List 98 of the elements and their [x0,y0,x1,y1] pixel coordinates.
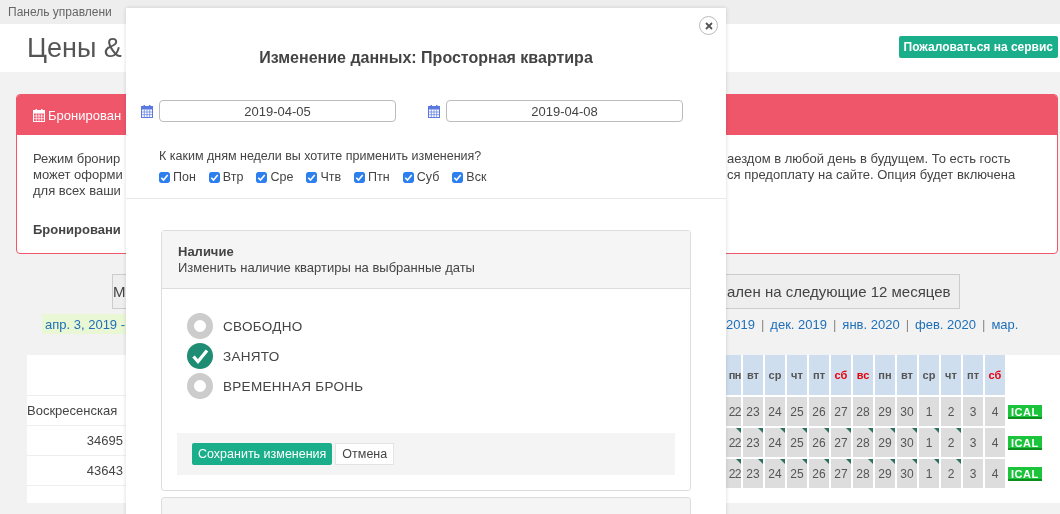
calendar-icon [428,104,440,118]
date-cell[interactable]: 2 [941,428,961,457]
weekday-checkbox[interactable]: Птн [354,170,390,184]
month-link[interactable]: янв. 2020 [842,316,900,332]
question-text: К каким дням недели вы хотите применить изменения? [159,149,482,163]
date-cell[interactable]: 1 [919,459,939,488]
date-cell[interactable]: 23 [743,397,763,426]
day-header: сб [985,355,1005,395]
date-cell[interactable]: 1 [919,397,939,426]
availability-option[interactable]: СВОБОДНО [187,313,690,339]
day-header: чт [941,355,961,395]
panel-text: может оформи [33,167,124,183]
day-header: ср [919,355,939,395]
month-link[interactable]: дек. 2019 [770,316,827,332]
panel-text: аездом в любой день в будущем. То есть гость [727,151,1012,167]
weekday-checkbox[interactable]: Сре [256,170,294,184]
panel-text: ся предоплату на сайте. Опция будет включена [727,167,1017,183]
day-header: пн [726,355,741,395]
month-link[interactable]: 2019 [726,316,755,332]
table-cell: 43643 [86,463,123,478]
panel-text: для всех ваши [33,183,122,199]
date-cell[interactable]: 26 [809,428,829,457]
calendar-icon [141,104,153,118]
day-header: пт [963,355,983,395]
close-button[interactable] [699,16,718,35]
date-cell[interactable]: 30 [897,459,917,488]
date-cell[interactable]: 23 [743,428,763,457]
weekday-checkbox[interactable]: Чтв [306,170,342,184]
date-cell[interactable]: 26 [809,397,829,426]
panel-text: Бронировани [33,222,122,238]
separator: | [832,316,837,332]
date-cell[interactable]: 27 [831,428,851,457]
date-cell[interactable]: 29 [875,459,895,488]
section-title: Наличие [178,244,235,259]
day-header: пт [809,355,829,395]
date-cell[interactable]: 2 [941,459,961,488]
table-cell: Воскресенская [27,403,118,418]
date-cell[interactable]: 1 [919,428,939,457]
current-range: апр. 3, 2019 - [42,314,126,334]
cancel-button[interactable]: Отмена [335,443,395,465]
date-cell[interactable]: 25 [787,428,807,457]
weekday-checkbox[interactable]: Суб [402,170,440,184]
date-cell[interactable]: 23 [743,459,763,488]
day-header: вт [743,355,763,395]
separator: | [982,316,986,332]
range-button[interactable]: М [112,274,126,309]
date-cell[interactable]: 28 [853,459,873,488]
date-cell[interactable]: 28 [853,428,873,457]
date-cell[interactable]: 24 [765,397,785,426]
breadcrumb[interactable]: Панель управлени [8,5,112,19]
date-cell[interactable]: 22 [726,459,741,488]
day-header: вс [853,355,873,395]
date-cell[interactable]: 4 [985,397,1005,426]
panel-text: Режим бронир [33,151,122,167]
date-cell[interactable]: 25 [787,459,807,488]
date-cell[interactable]: 30 [897,397,917,426]
range-button[interactable]: ален на следующие 12 месяцев [726,274,960,309]
date-cell[interactable]: 3 [963,428,983,457]
date-cell[interactable]: 4 [985,459,1005,488]
date-cell[interactable]: 2 [941,397,961,426]
weekday-checkbox[interactable]: Втр [208,170,244,184]
close-icon [704,21,713,30]
section-subtitle: Изменить наличие квартиры на выбранные даты [178,260,476,275]
weekday-checkbox[interactable]: Вск [452,170,487,184]
day-header: пн [875,355,895,395]
availability-option[interactable]: ВРЕМЕННАЯ БРОНЬ [187,373,690,399]
date-cell[interactable]: 25 [787,397,807,426]
date-cell[interactable]: 22 [726,428,741,457]
calendar-icon [33,108,45,122]
date-cell[interactable]: 3 [963,459,983,488]
date-cell[interactable]: 29 [875,428,895,457]
date-cell[interactable]: 24 [765,428,785,457]
day-header: чт [787,355,807,395]
month-link[interactable]: фев. 2020 [915,316,976,332]
separator: | [905,316,910,332]
day-header: сб [831,355,851,395]
modal-title: Изменение данных: Просторная квартира [259,49,593,66]
day-header: ср [765,355,785,395]
availability-option[interactable]: ЗАНЯТО [187,343,690,369]
date-cell[interactable]: 28 [853,397,873,426]
date-cell[interactable]: 27 [831,397,851,426]
day-header: вт [897,355,917,395]
date-cell[interactable]: 3 [963,397,983,426]
date-cell[interactable]: 27 [831,459,851,488]
table-cell: 34695 [86,433,123,448]
weekday-checkbox[interactable]: Пон [159,170,196,184]
date-cell[interactable]: 22 [726,397,741,426]
separator: | [760,316,765,332]
date-cell[interactable]: 4 [985,428,1005,457]
month-link[interactable]: мар. [991,316,1019,332]
date-cell[interactable]: 30 [897,428,917,457]
date-field[interactable]: 2019-04-05 [159,100,396,122]
panel-title: Бронирован [48,107,122,123]
date-field[interactable]: 2019-04-08 [446,100,683,122]
date-cell[interactable]: 29 [875,397,895,426]
date-cell[interactable]: 24 [765,459,785,488]
page-title: Цены & [27,32,122,64]
date-cell[interactable]: 26 [809,459,829,488]
